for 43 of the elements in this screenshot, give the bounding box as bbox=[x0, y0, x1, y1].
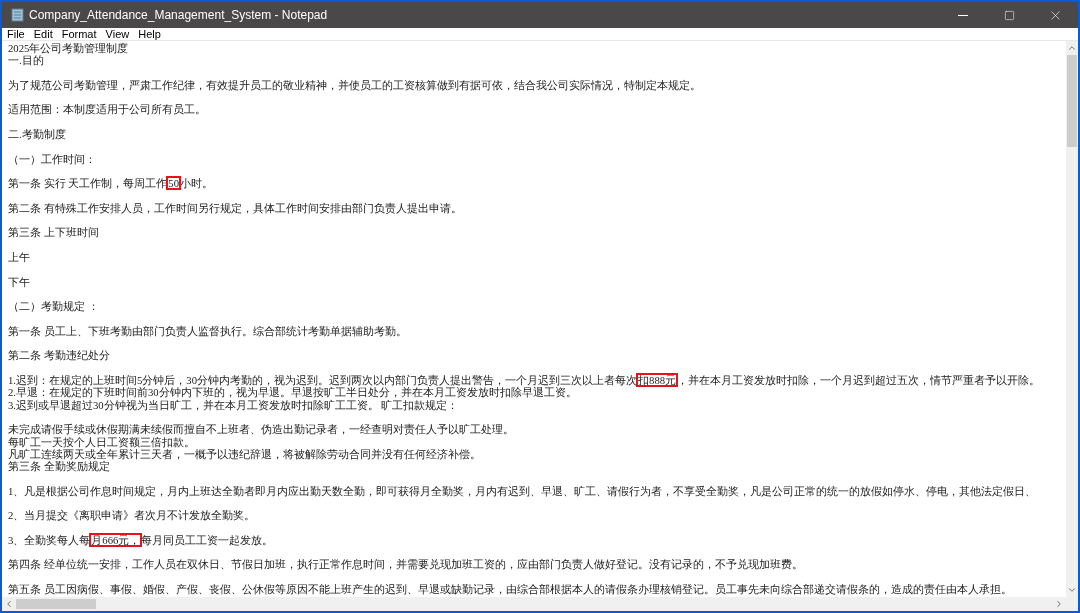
text-line: 二.考勤制度 bbox=[8, 128, 66, 141]
text-line: 为了规范公司考勤管理，严肃工作纪律，有效提升员工的敬业精神，并使员工的工资核算做到有据可依，结合我公司实际情况，特制定本规定。 bbox=[8, 78, 701, 92]
text-line: 一.目的 bbox=[8, 54, 44, 67]
text-line: 第二条 有特殊工作安排人员，工作时间另行规定，具体工作时间安排由部门负责人提出申请。 bbox=[8, 201, 462, 215]
text-line: 第三条 上下班时间 bbox=[8, 226, 99, 239]
vertical-scrollbar[interactable] bbox=[1066, 41, 1078, 611]
text-line: 未完成请假手续或休假期满未续假而擅自不上班者、伪造出勤记录者，一经查明对责任人予以旷工处理。 bbox=[8, 423, 514, 436]
text-line: 每旷工一天按个人日工资额三倍扣款。 bbox=[8, 435, 195, 448]
text-line: 上午 bbox=[8, 251, 30, 264]
text-line: （二）考勤规定 ： bbox=[8, 300, 99, 313]
text-line: 1、凡是根据公司作息时间规定，月内上班达全勤者即月内应出勤天数全勤，即可获得月全勤奖，月内有迟到、早退、旷工、请假行为者，不享受全勤奖，凡是公司正常的统一的放假如停水、停电，其他法定假日、 bbox=[8, 484, 1037, 497]
text-line: 适用范围：本制度适用于公司所有员工。 bbox=[8, 103, 206, 116]
menu-item[interactable]: Format bbox=[61, 28, 97, 40]
text-line: 1.迟到：在规定的上班时间5分钟后，30分钟内考勤的，视为迟到。迟到两次以内部门负责人提出警告，一个月迟到三次以上者每次扣888元，并在本月工资发放时扣除，一个月迟到超过五次，情节严重者予以开除。 bbox=[8, 374, 1041, 387]
scroll-right-icon bbox=[1054, 599, 1064, 609]
menu-item[interactable]: File bbox=[7, 28, 25, 40]
window-title: Company_Attendance_Management_System - Notepad bbox=[29, 7, 328, 24]
text-line: 第一条 员工上、下班考勤由部门负责人监督执行。综合部统计考勤单据辅助考勤。 bbox=[8, 324, 407, 338]
text-line: 2、当月提交《离职申请》者次月不计发放全勤奖。 bbox=[8, 509, 256, 522]
scroll-left-icon bbox=[4, 599, 14, 609]
text-line: 凡旷工连续两天或全年累计三天者，一概予以违纪辞退，将被解除劳动合同并没有任何经济补偿。 bbox=[8, 447, 481, 461]
text-line: 第一条 实行 天工作制，每周工作 50小时。 bbox=[8, 177, 214, 190]
text-line: 3、全勤奖每人每月666元，每月同员工工资一起发放。 bbox=[8, 533, 274, 547]
maximize-icon bbox=[1003, 9, 1015, 21]
scroll-down-icon bbox=[1067, 585, 1077, 595]
text-line: 第四条 经单位统一安排，工作人员在双休日、节假日加班，执行正常作息时间，并需要兑现加班工资的，应由部门负责人做好登记。没有记录的，不予兑现加班费。 bbox=[8, 558, 803, 571]
scroll-thumb[interactable] bbox=[16, 599, 96, 609]
notepad-icon bbox=[11, 8, 24, 22]
text-line: 2.早退：在规定的下班时间前30分钟内下班的，视为早退。早退按旷工半日处分，并在本月工资发放时扣除早退工资。 bbox=[8, 386, 577, 399]
scroll-up-icon bbox=[1067, 43, 1077, 53]
scroll-thumb[interactable] bbox=[1067, 55, 1077, 147]
text-line: 3.迟到或早退超过30分钟视为当日旷工，并在本月工资发放时扣除旷工工资。 旷工扣款规定： bbox=[8, 398, 459, 411]
text-line: （一）工作时间： bbox=[8, 152, 96, 165]
horizontal-scrollbar[interactable] bbox=[2, 597, 1066, 611]
text-line: 2025年公司考勤管理制度 bbox=[8, 42, 129, 55]
text-line: 第五条 员工因病假、事假、婚假、产假、丧假、公休假等原因不能上班产生的迟到、早退或缺勤记录，由综合部根据本人的请假条办理核销登记。员工事先未向综合部递交请假条的，造成的责任由本人承担。 bbox=[8, 583, 1012, 596]
menu-item[interactable]: View bbox=[105, 28, 130, 40]
text-line: 第二条 考勤违纪处分 bbox=[8, 349, 110, 362]
menu-item[interactable]: Edit bbox=[33, 28, 53, 40]
menu-item[interactable]: Help bbox=[138, 28, 161, 40]
text-line: 下午 bbox=[8, 275, 30, 288]
minimize-icon bbox=[958, 14, 968, 16]
text-line: 第三条 全勤奖励规定 bbox=[8, 460, 110, 473]
